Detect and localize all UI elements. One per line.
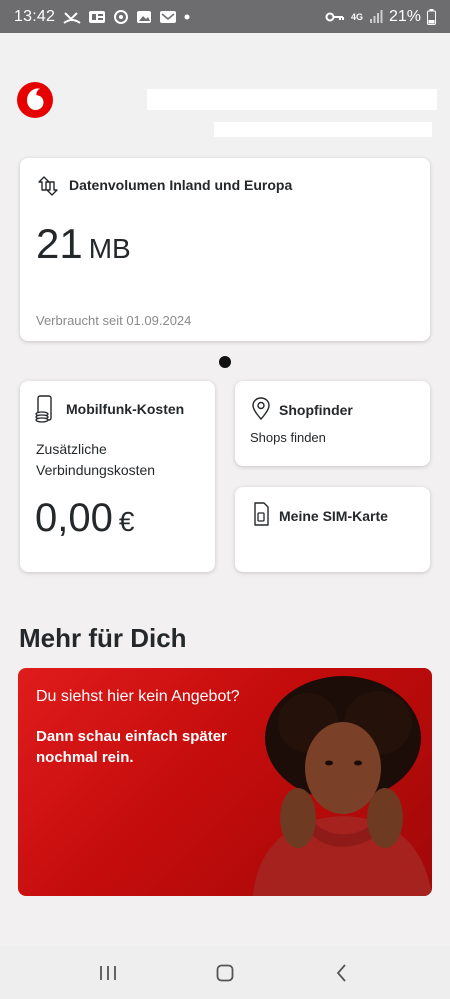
shopfinder-card[interactable]: Shopfinder Shops finden: [235, 381, 430, 466]
shopfinder-subtitle: Shops finden: [250, 430, 326, 445]
data-volume-card[interactable]: Datenvolumen Inland und Europa 21 MB Verb…: [20, 158, 430, 341]
back-icon: [336, 963, 346, 982]
promo-text: Dann schau einfach später nochmal rein.: [36, 728, 227, 766]
system-nav-bar: [0, 946, 450, 999]
recent-apps-button[interactable]: [88, 953, 128, 993]
status-time: 13:42: [14, 7, 56, 25]
home-button[interactable]: [205, 953, 245, 993]
sim-card-title: Meine SIM-Karte: [279, 508, 388, 524]
battery-icon: [427, 8, 436, 25]
mobile-costs-value: 0,00 €: [35, 496, 134, 541]
promo-woman-illustration: [253, 676, 432, 896]
recent-apps-icon: [100, 965, 117, 980]
sim-card-card[interactable]: Meine SIM-Karte: [235, 487, 430, 572]
data-volume-amount: 21 MB: [36, 220, 131, 268]
account-name-redacted: [147, 89, 437, 110]
promo-headline: Du siehst hier kein Angebot?: [36, 688, 240, 705]
mobile-costs-currency: €: [118, 506, 135, 537]
vodafone-logo: [17, 82, 53, 118]
promo-banner[interactable]: Du siehst hier kein Angebot? Dann schau …: [18, 668, 432, 896]
signal-icon: [369, 9, 383, 23]
carousel-indicator[interactable]: [219, 356, 231, 368]
data-volume-since: Verbraucht seit 01.09.2024: [36, 313, 192, 328]
news-icon: [89, 10, 106, 23]
shopfinder-title: Shopfinder: [279, 402, 353, 418]
notification-icons: [63, 9, 190, 25]
status-bar: 13:42 4G 21%: [0, 0, 450, 33]
data-transfer-icon: [38, 176, 58, 196]
phone-coins-icon: [35, 395, 52, 423]
missed-call-icon: [63, 11, 81, 24]
sim-card-icon: [254, 502, 269, 526]
location-pin-icon: [252, 397, 270, 421]
mobile-costs-card[interactable]: Mobilfunk-Kosten Zusätzliche Verbindungs…: [20, 381, 215, 572]
sync-icon: [114, 9, 129, 24]
back-button[interactable]: [322, 953, 362, 993]
home-icon: [216, 964, 234, 981]
status-right: 4G 21%: [325, 8, 436, 26]
dot-icon: [184, 14, 190, 19]
data-volume-title: Datenvolumen Inland und Europa: [69, 177, 293, 193]
battery-level: 21%: [388, 7, 421, 25]
account-number-redacted: [214, 122, 432, 137]
data-volume-unit: MB: [88, 233, 131, 264]
key-icon: [325, 12, 344, 21]
network-type: 4G: [350, 11, 363, 22]
mobile-costs-description: Zusätzliche Verbindungskosten: [36, 441, 156, 478]
data-volume-value: 21: [36, 220, 83, 267]
mobile-costs-amount: 0,00: [35, 496, 113, 540]
mail-icon: [160, 10, 177, 23]
gallery-icon: [137, 10, 152, 23]
section-title: Mehr für Dich: [19, 623, 187, 653]
mobile-costs-title: Mobilfunk-Kosten: [66, 401, 185, 417]
